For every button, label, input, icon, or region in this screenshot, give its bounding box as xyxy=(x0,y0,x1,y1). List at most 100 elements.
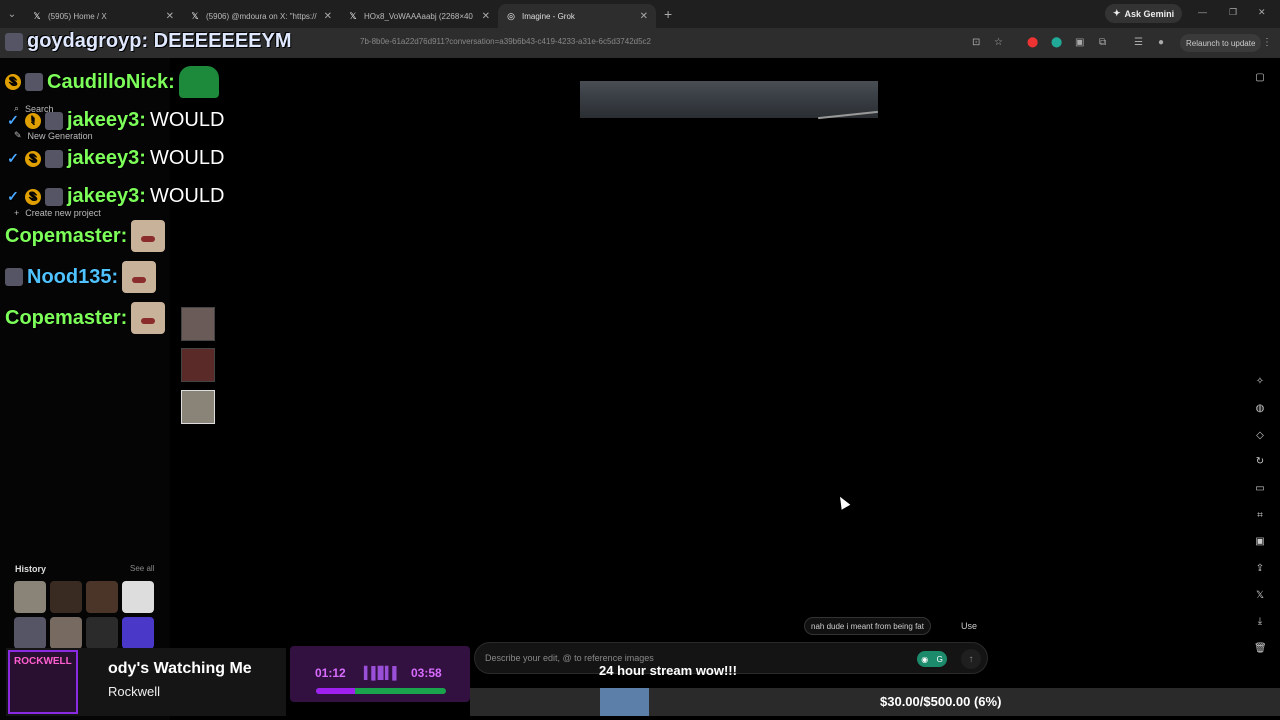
x-logo-icon: 𝕏 xyxy=(349,10,357,21)
use-label: Use xyxy=(961,621,978,631)
verified-badge-icon: ✓ xyxy=(7,188,19,204)
face-emote xyxy=(131,220,166,252)
chat-username: CaudilloNick: xyxy=(47,70,175,93)
arrow-up-icon: ↑ xyxy=(968,653,974,665)
media-controls-icon[interactable]: ☰ xyxy=(1134,37,1143,48)
user-avatar xyxy=(45,149,63,168)
send-button[interactable]: ↑ xyxy=(961,649,981,669)
use-suggestion-button[interactable]: Use xyxy=(955,617,983,635)
album-art: ROCKWELL xyxy=(8,650,78,714)
plus-icon: + xyxy=(14,208,20,218)
history-thumbnail[interactable] xyxy=(50,617,82,649)
magic-wand-icon[interactable]: ✧ xyxy=(1254,376,1266,388)
expand-icon[interactable]: ▣ xyxy=(1254,536,1266,548)
history-thumbnail[interactable] xyxy=(86,617,118,649)
grammarly-extension-icon[interactable]: ⬤ xyxy=(1051,37,1062,48)
close-tab-icon[interactable]: ✕ xyxy=(640,11,648,22)
trash-icon[interactable]: 🗑 xyxy=(1254,643,1267,655)
sidebar-item-create-project[interactable]: + Create new project xyxy=(14,208,101,218)
image-tools-rail: ▢ ✧ ◍ ◇ ↻ ▭ ⌗ ▣ ⇪ 𝕏 ⤓ 🗑 xyxy=(1248,58,1272,720)
song-progress-fill xyxy=(316,688,355,694)
see-all-link[interactable]: See all xyxy=(130,564,154,573)
grok-icon: ◎ xyxy=(507,10,515,21)
eraser-icon[interactable]: ◇ xyxy=(1254,430,1266,442)
history-thumbnail[interactable] xyxy=(14,617,46,649)
minimize-icon[interactable]: — xyxy=(1198,7,1207,17)
browser-tab-4[interactable]: ◎ Imagine - Grok ✕ xyxy=(498,4,656,28)
donation-progress-fill xyxy=(600,688,649,716)
new-tab-plus-icon[interactable]: + xyxy=(664,6,672,22)
crop-icon[interactable]: ⌗ xyxy=(1254,510,1266,522)
verified-badge-icon: ✓ xyxy=(7,112,19,128)
chat-username: jakeey3: xyxy=(67,109,146,131)
video-icon[interactable]: ▭ xyxy=(1254,483,1266,495)
sidebar-item-label: Create new project xyxy=(25,208,101,218)
browser-tab-1[interactable]: 𝕏 (5905) Home / X ✕ xyxy=(24,4,182,28)
refresh-icon[interactable]: ↻ xyxy=(1254,456,1266,468)
ask-gemini-button[interactable]: ✦ Ask Gemini xyxy=(1105,4,1183,23)
chat-message: ✓ S jakeey3: WOULD xyxy=(5,147,224,170)
history-thumbnail[interactable] xyxy=(122,581,154,613)
chat-message-top: goydagroyp: DEEEEEEEYM xyxy=(5,30,292,53)
palette-icon[interactable]: ◍ xyxy=(1254,403,1266,415)
chat-text: WOULD xyxy=(149,185,225,207)
url-text[interactable]: 7b-8b0e-61a22d76d911?conversation=a39b6b… xyxy=(360,37,651,46)
chat-username: Copemaster: xyxy=(5,224,128,247)
relaunch-update-button[interactable]: Relaunch to update xyxy=(1180,34,1262,52)
sidebar-item-label: New Generation xyxy=(27,130,93,141)
album-art-label: ROCKWELL xyxy=(14,656,72,667)
close-tab-icon[interactable]: ✕ xyxy=(324,11,332,22)
song-title: ody's Watching Me xyxy=(108,660,252,677)
grammarly-widget[interactable]: ◉ G xyxy=(917,651,947,667)
chat-text: WOULD xyxy=(149,147,225,169)
extensions-puzzle-icon[interactable]: ⧉ xyxy=(1099,37,1106,48)
total-duration: 03:58 xyxy=(411,666,442,680)
ask-gemini-label: Ask Gemini xyxy=(1124,8,1175,19)
reference-image-thumbnail[interactable] xyxy=(181,307,215,341)
chat-username: Copemaster: xyxy=(5,306,128,329)
donation-goal-bar: $30.00/$500.00 (6%) xyxy=(470,688,1280,716)
browser-tab-strip: ⌄ 𝕏 (5905) Home / X ✕ 𝕏 (5906) @mdoura o… xyxy=(0,0,1280,28)
profile-avatar-icon[interactable]: ● xyxy=(1158,37,1164,48)
x-share-icon[interactable]: 𝕏 xyxy=(1254,590,1266,602)
face-emote xyxy=(131,302,166,334)
browser-menu-icon[interactable]: ⋮ xyxy=(1262,37,1272,48)
reference-image-thumbnail[interactable] xyxy=(181,390,215,424)
maximize-icon[interactable]: ❐ xyxy=(1229,7,1237,18)
equalizer-icon: ▍▌▋▍▌ xyxy=(364,666,401,680)
history-thumbnail[interactable] xyxy=(86,581,118,613)
panel-toggle-icon[interactable]: ▢ xyxy=(1254,72,1266,84)
history-thumbnail[interactable] xyxy=(50,581,82,613)
reference-image-thumbnail[interactable] xyxy=(181,348,215,382)
share-icon[interactable]: ⇪ xyxy=(1254,563,1266,575)
generated-image-preview[interactable] xyxy=(580,81,878,118)
sub-badge-icon: S xyxy=(5,74,21,90)
tab-title: HOx8_VoWAAAaabj (2268×40 xyxy=(364,11,473,21)
window-close-icon[interactable]: ✕ xyxy=(1258,7,1266,18)
user-avatar xyxy=(25,73,43,91)
song-artist: Rockwell xyxy=(108,684,161,699)
history-thumbnail[interactable] xyxy=(122,617,154,649)
adblock-extension-icon[interactable]: ⬤ xyxy=(1027,37,1038,48)
elapsed-time: 01:12 xyxy=(315,666,346,680)
song-progress-widget: 01:12 ▍▌▋▍▌ 03:58 xyxy=(290,646,470,702)
extension-icon[interactable]: ▣ xyxy=(1075,37,1084,48)
history-thumbnail[interactable] xyxy=(14,581,46,613)
sub-badge-icon: ! xyxy=(25,112,41,129)
history-heading: History xyxy=(15,564,47,574)
gemini-sparkle-icon: ✦ xyxy=(1113,8,1121,18)
edit-prompt-input[interactable] xyxy=(485,653,905,663)
download-icon[interactable]: ⤓ xyxy=(1254,616,1266,628)
chat-username: jakeey3: xyxy=(67,185,146,207)
tab-search-chevron-icon[interactable]: ⌄ xyxy=(0,9,24,20)
chat-message: Copemaster: xyxy=(5,220,166,252)
browser-tab-3[interactable]: 𝕏 HOx8_VoWAAAaabj (2268×40 ✕ xyxy=(340,4,498,28)
chat-message: Copemaster: xyxy=(5,302,166,334)
tab-title: (5906) @mdoura on X: "https:// xyxy=(206,11,317,21)
close-tab-icon[interactable]: ✕ xyxy=(482,11,490,22)
browser-tab-2[interactable]: 𝕏 (5906) @mdoura on X: "https:// ✕ xyxy=(182,4,340,28)
sub-badge-icon: S xyxy=(25,188,41,205)
install-app-icon[interactable]: ⊡ xyxy=(972,37,980,48)
close-tab-icon[interactable]: ✕ xyxy=(166,11,174,22)
bookmark-star-icon[interactable]: ☆ xyxy=(994,37,1003,48)
